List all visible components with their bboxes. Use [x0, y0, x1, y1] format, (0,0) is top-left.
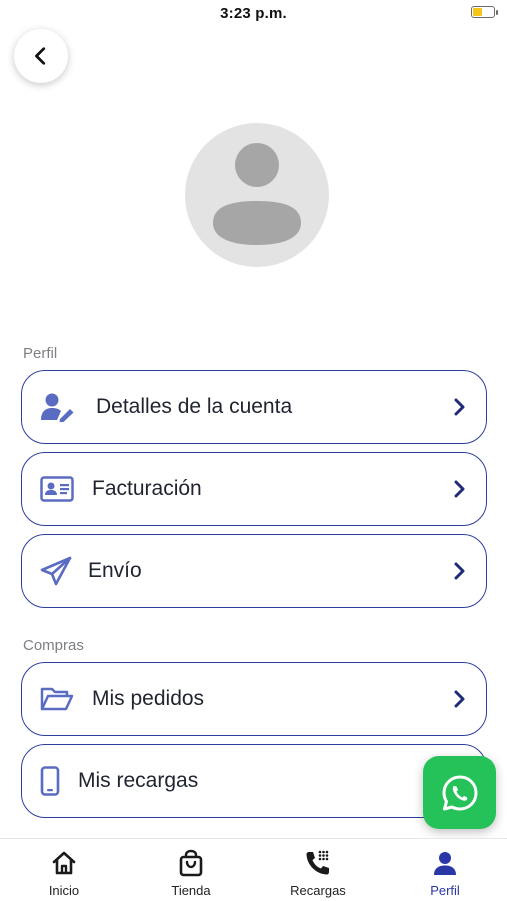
tab-inicio[interactable]: Inicio	[14, 839, 114, 901]
menu-item-envio[interactable]: Envío	[21, 534, 487, 608]
section-title-perfil: Perfil	[23, 345, 58, 362]
menu-item-mis-pedidos[interactable]: Mis pedidos	[21, 662, 487, 736]
chevron-right-icon	[453, 398, 467, 416]
menu-item-detalles-cuenta[interactable]: Detalles de la cuenta	[21, 370, 487, 444]
menu-item-label: Detalles de la cuenta	[96, 395, 293, 418]
avatar[interactable]	[185, 123, 329, 267]
phone-keypad-icon	[304, 849, 332, 877]
chevron-right-icon	[453, 690, 467, 708]
shopping-bag-icon	[178, 849, 204, 877]
menu-item-facturacion[interactable]: Facturación	[21, 452, 487, 526]
status-bar: 3:23 p.m.	[0, 0, 507, 26]
chevron-left-icon	[35, 47, 46, 65]
folder-open-icon	[40, 686, 74, 712]
tab-label: Inicio	[48, 883, 80, 898]
user-icon	[432, 849, 458, 877]
status-time: 3:23 p.m.	[220, 4, 287, 22]
whatsapp-button[interactable]	[423, 756, 496, 829]
bottom-tab-bar: Inicio Tienda Recargas Perfil	[0, 838, 507, 901]
tab-label: Perfil	[430, 883, 460, 898]
tab-perfil[interactable]: Perfil	[395, 839, 495, 901]
battery-icon	[471, 6, 498, 18]
paper-plane-icon	[40, 556, 72, 586]
menu-item-label: Mis recargas	[78, 769, 199, 792]
home-icon	[51, 849, 77, 877]
whatsapp-icon	[442, 775, 477, 810]
tab-label: Tienda	[171, 883, 211, 898]
menu-item-label: Mis pedidos	[92, 687, 205, 710]
battery-level	[473, 8, 482, 16]
id-card-icon	[40, 476, 74, 502]
mobile-phone-icon	[40, 766, 60, 796]
chevron-right-icon	[453, 480, 467, 498]
menu-item-label: Envío	[88, 559, 142, 582]
user-edit-icon	[40, 392, 76, 422]
user-placeholder-icon	[213, 143, 301, 245]
menu-item-mis-recargas[interactable]: Mis recargas	[21, 744, 487, 818]
tab-recargas[interactable]: Recargas	[268, 839, 368, 901]
tab-label: Recargas	[290, 883, 346, 898]
tab-tienda[interactable]: Tienda	[141, 839, 241, 901]
chevron-right-icon	[453, 562, 467, 580]
back-button[interactable]	[14, 29, 68, 83]
menu-item-label: Facturación	[92, 477, 202, 500]
section-title-compras: Compras	[23, 637, 84, 654]
